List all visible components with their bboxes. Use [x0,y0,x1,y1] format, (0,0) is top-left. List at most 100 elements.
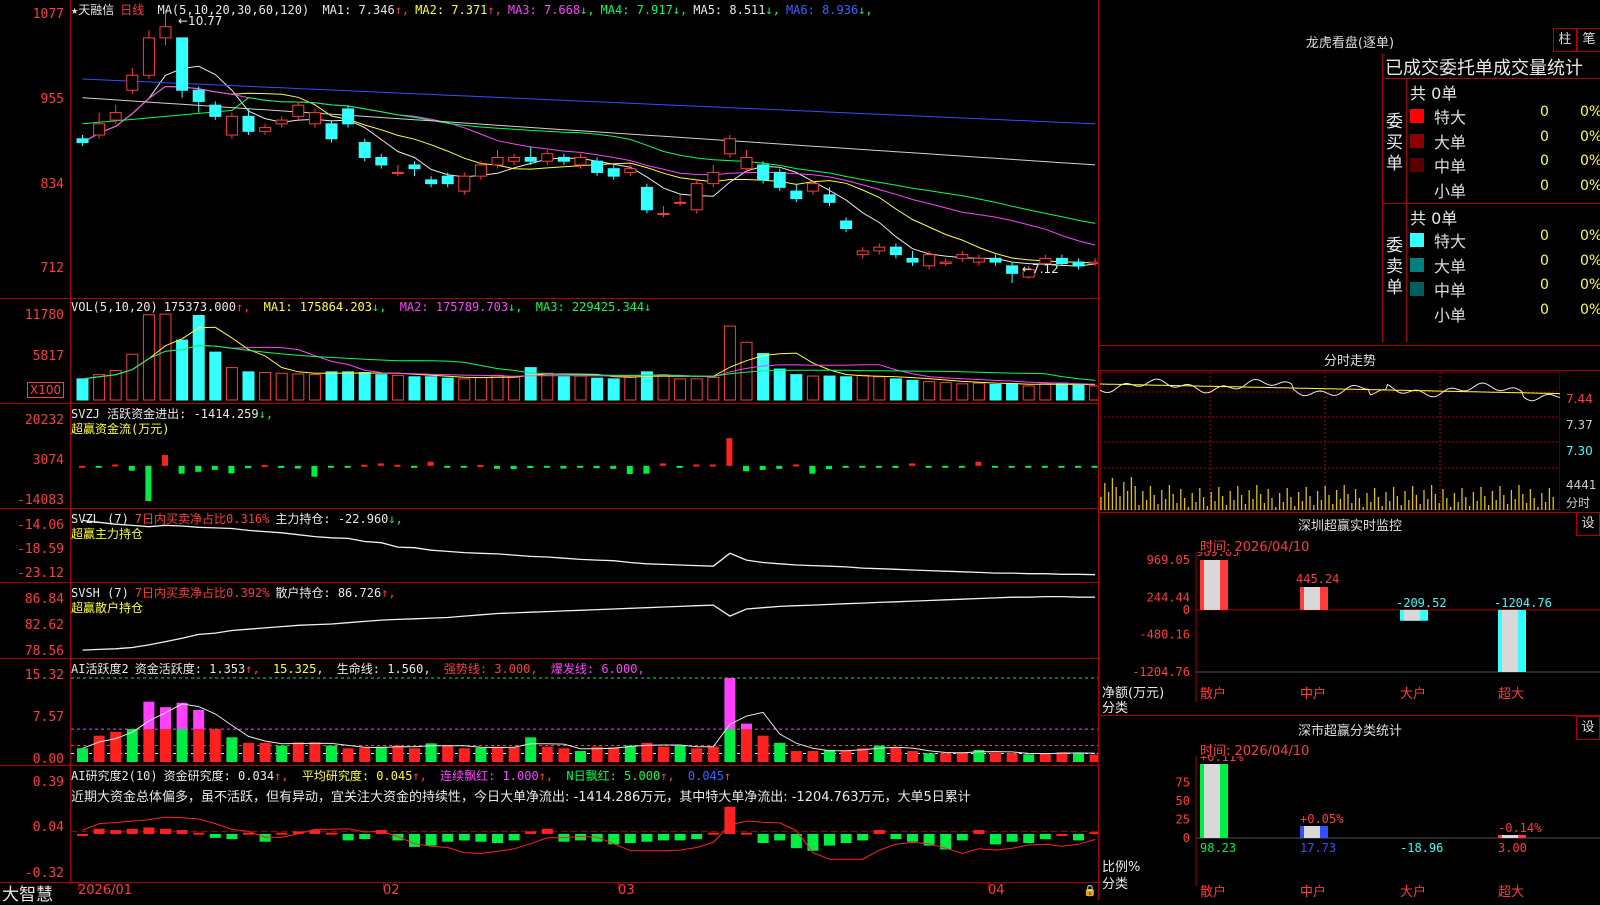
candle-body [640,186,653,211]
candle-body [657,213,670,216]
research-bar [425,833,437,846]
activity-bar [558,748,570,762]
intraday-frame-top [1100,345,1600,346]
class-settings-button[interactable]: 设 [1576,716,1600,740]
monitor-bar-inner [1204,560,1220,610]
x-axis-label-3: 03 [618,883,635,898]
monitor-chart-svg[interactable]: 969.05244.440-480.16-1204.76969.05散户445.… [1100,552,1600,712]
volume-bar [856,374,869,401]
research-bar [326,832,337,835]
activity-bar [77,748,88,762]
svzj-tick-3: -14083 [17,493,64,508]
activity-bar [907,751,918,762]
volume-bar [275,372,288,401]
intraday-chart-svg[interactable] [1100,372,1560,510]
candle-body [275,119,288,125]
research-bar [110,830,122,834]
ai2-tick-3: -0.32 [24,866,64,881]
left-chart-svg[interactable] [71,0,1098,882]
monitor-bar-label: 445.24 [1296,572,1339,586]
row-name: 小单 [1434,181,1467,201]
monitor-bar-label: 969.05 [1196,552,1239,559]
volume-bar [707,376,720,401]
capital-flow-bar [1025,465,1032,468]
capital-flow-bar [1058,465,1065,468]
research-bar [757,833,769,844]
price-tick-4: 712 [40,261,64,276]
volume-bar [508,376,521,401]
volume-bar [242,371,255,401]
volume-bar [93,374,106,401]
candle-body [840,220,853,229]
candle-body [923,254,936,267]
research-bar [1073,833,1084,841]
research-bar [774,833,786,841]
candle-body [225,115,238,136]
right-panel: 龙虎看盘(逐单) 柱 笔 已成交委托单成交量统计 委买单 委卖单 共 0单 共 … [1100,0,1600,900]
activity-bar [757,735,769,762]
volume-bar [159,313,172,401]
ma-line-1 [82,65,1096,267]
tick-view-button[interactable]: 笔 [1577,28,1600,52]
activity-bar [807,751,819,762]
candle-body [939,261,952,265]
candle-body [259,127,272,132]
research-bar [126,828,138,834]
candle-body [906,257,919,263]
bar-view-button[interactable]: 柱 [1553,28,1577,52]
color-swatch [1410,233,1424,247]
candle-body [474,164,487,177]
research-bar [1006,833,1018,842]
capital-flow-bar [809,465,816,474]
monitor-ytick: 969.05 [1147,553,1190,567]
activity-burst-bar [741,723,752,730]
capital-flow-bar [859,465,866,468]
capital-flow-bar [527,465,534,469]
row-pct: 0% [1580,128,1600,145]
capital-flow-bar [1075,465,1081,468]
buy-row: 小单 0 0% [1410,178,1600,202]
monitor-bar-inner [1404,609,1420,621]
candle-body [458,175,471,192]
monitor-settings-button[interactable]: 设 [1576,512,1600,536]
capital-flow-bar [942,465,949,468]
activity-bar [276,745,288,762]
activity-bar [525,737,537,762]
activity-bar [541,746,553,762]
research-bar [359,833,371,840]
capital-flow-bar [411,465,417,468]
candle-body [308,112,321,125]
class-top-label: +0.11% [1200,756,1244,764]
research-bar [824,833,835,846]
capital-flow-bar [577,465,583,468]
color-swatch [1410,182,1424,197]
activity-bar [674,745,686,762]
capital-flow-bar [776,465,783,469]
research-bar [508,833,520,841]
candle-body [624,168,637,173]
buy-row: 大单 0 0% [1410,129,1600,153]
research-bar [840,833,852,844]
candle-body [142,37,155,76]
sell-row: 大单 0 0% [1410,253,1600,277]
activity-bar [226,737,238,762]
color-swatch [1410,282,1424,296]
intraday-vol-unit: 分时 [1566,496,1591,510]
activity-bar [575,751,586,762]
class-chart-svg[interactable]: 75 50 25 0 +0.11% 98.23 散户 +0.05% 17.73 中户 -18.96 大… [1100,756,1600,900]
candle-body [242,115,255,132]
lock-icon[interactable]: 🔒 [1083,884,1097,897]
research-bar [624,833,636,844]
svsh-tick-2: 82.62 [24,618,64,633]
volume-bar [607,378,620,401]
monitor-bar-inner [1304,586,1320,610]
candle-body [1006,265,1019,274]
class-ytick: 50 [1176,794,1190,808]
research-bar [541,828,553,834]
research-bar [176,830,188,834]
volume-bar [425,376,438,401]
capital-flow-bar [826,465,832,470]
capital-flow-bar [1008,465,1015,468]
research-bar [93,828,105,834]
capital-flow-bar [228,465,235,474]
